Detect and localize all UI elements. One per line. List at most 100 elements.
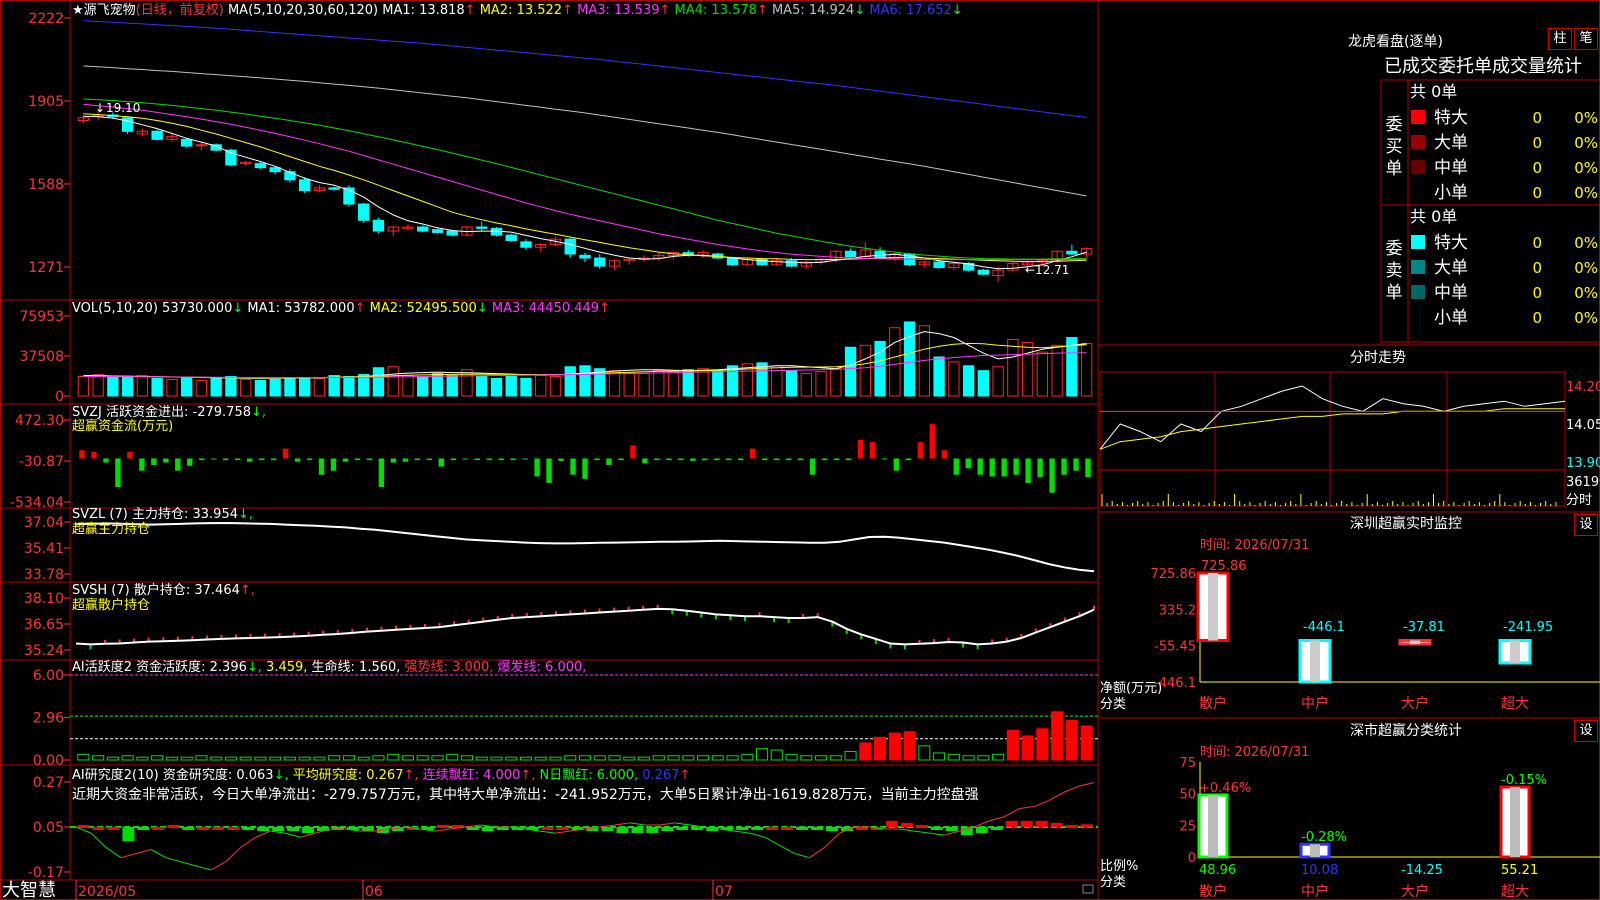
fund-flow-bar [797, 458, 804, 461]
avg-research-line-seg [1019, 806, 1035, 810]
tick-mode-button[interactable]: 笔 [1574, 28, 1598, 50]
research-axis-label: -0.17 [28, 865, 64, 881]
main-position-axis-label: 33.78 [24, 567, 64, 583]
activity-bar [121, 755, 134, 761]
research-bar [466, 827, 479, 830]
research-bar [287, 827, 300, 832]
research-bar [1080, 824, 1093, 828]
activity-bar [800, 755, 813, 761]
ma-line-ma3 [83, 103, 1087, 261]
volume-bar [505, 376, 517, 397]
research-bar [631, 827, 644, 834]
activity-bar [785, 753, 798, 761]
volume-bar [151, 377, 163, 397]
buy_rows-pct: 0% [1574, 184, 1598, 202]
research-bar [92, 827, 105, 830]
activity-bar [1021, 735, 1034, 761]
fund-flow-bar [869, 442, 876, 459]
buy_rows-name: 中单 [1434, 158, 1468, 178]
activity-bar [756, 748, 769, 761]
volume-bar [549, 376, 562, 397]
monitor-settings-button[interactable]: 设 [1574, 514, 1598, 536]
classify-settings-button[interactable]: 设 [1574, 720, 1598, 742]
fund-flow-bar [474, 458, 480, 461]
svsh-subtitle: 超赢散户持仓 [72, 597, 150, 613]
activity-bar [918, 745, 931, 761]
activity-bar [283, 756, 296, 761]
research-bar [616, 827, 629, 834]
svzj-title-row: SVZJ 活跃资金进出: -279.758↓, [72, 404, 266, 420]
fund-flow-bar [234, 458, 241, 461]
activity-axis-label: 0.00 [33, 753, 64, 769]
fund-flow-bar [558, 458, 564, 461]
fund-flow-bar [606, 458, 612, 466]
retail-position-axis-label: 38.10 [24, 591, 64, 607]
volume-bar [372, 367, 385, 397]
volume-bar [107, 376, 119, 397]
monitor-bar-shine [1310, 640, 1320, 682]
ma-line-ma2 [83, 113, 1087, 262]
volume-bar [1036, 351, 1049, 397]
fund-flow-bar [450, 458, 456, 461]
fund-flow-bar [462, 458, 468, 460]
fund-flow-bar [426, 458, 433, 461]
volume-bar [195, 379, 208, 397]
activity-bar [342, 755, 355, 761]
fund-flow-bar [438, 458, 444, 467]
fund-flow-bar [546, 458, 552, 483]
classify-change: -0.15% [1501, 773, 1547, 788]
activity-bar [387, 753, 400, 761]
sell_rows-pct: 0% [1574, 284, 1598, 302]
avg-research-line-seg [210, 861, 226, 871]
research-bar [811, 827, 824, 830]
fund-flow-bar [1049, 458, 1055, 493]
ma-line-ma6 [83, 20, 1087, 118]
volume-bar [697, 368, 709, 397]
classify-value: 48.96 [1199, 863, 1236, 878]
research-bar [122, 827, 135, 842]
sell_rows-swatch [1411, 285, 1425, 299]
activity-bar [682, 755, 695, 761]
buy-total: 共 0单 [1410, 82, 1457, 101]
classify-value: 10.08 [1301, 863, 1338, 878]
avg-research-line-seg [749, 832, 765, 838]
activity-bar [578, 755, 592, 761]
intraday-price-line [1099, 385, 1566, 450]
classify-unit: 比例% [1100, 859, 1138, 874]
research-bar [77, 824, 90, 828]
monitor-category: 散户 [1199, 695, 1227, 712]
activity-bar [815, 755, 828, 761]
fund-flow-bar [378, 458, 385, 488]
buy_rows-qty: 0 [1532, 159, 1542, 177]
avg-research-line-seg [135, 849, 151, 855]
avg-research-line-seg [195, 865, 211, 871]
intraday-y-label: 13.90 [1566, 456, 1600, 471]
activity-bar [608, 755, 621, 761]
research-axis-label: 0.05 [33, 820, 64, 836]
volume-bar [490, 377, 503, 397]
research-bar [481, 827, 494, 832]
ma-line-ma4 [83, 98, 1087, 260]
fund-flow-bar [618, 458, 624, 461]
lock-icon [1082, 884, 1094, 894]
buy_rows-name: 大单 [1434, 133, 1468, 153]
fund-flow-bar [414, 458, 421, 461]
buy_rows-qty: 0 [1532, 184, 1542, 202]
price-axis-label: 2222 [28, 11, 64, 27]
fund-flow-bar [666, 458, 672, 461]
activity-bar [151, 755, 164, 761]
activity-bar [711, 755, 724, 761]
fund-flow-bar [318, 458, 325, 475]
fund-flow-bar [115, 458, 121, 488]
fund-flow-bar [690, 458, 696, 461]
avg-research-line-seg [240, 836, 256, 848]
fund-flow-bar [486, 458, 492, 461]
fund-flow-bar [977, 458, 983, 475]
fund-flow-bar [642, 458, 648, 464]
volume-bar [343, 376, 355, 397]
bar-mode-button[interactable]: 柱 [1548, 28, 1572, 50]
fund-flow-bar [582, 458, 588, 479]
activity-bar [667, 755, 680, 761]
main-title-row: ★源飞宠物(日线，前复权) MA(5,10,20,30,60,120) MA1:… [72, 2, 963, 18]
fund-flow-bar [151, 458, 157, 466]
